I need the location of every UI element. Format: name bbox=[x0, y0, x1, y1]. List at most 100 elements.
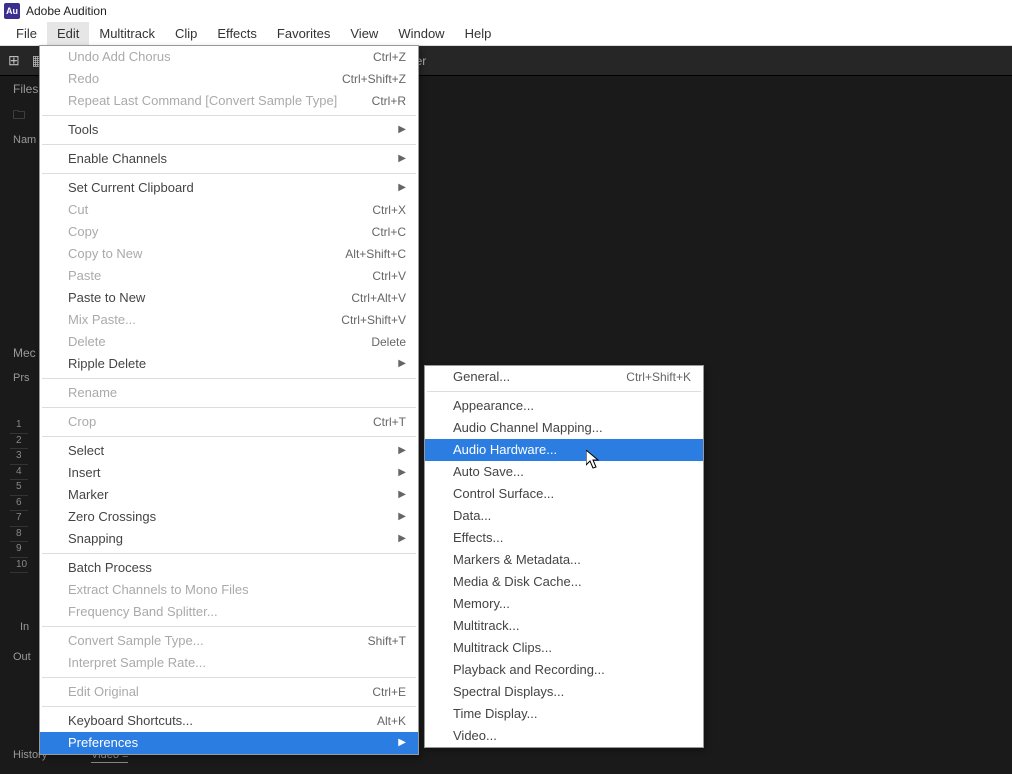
prefs-item-17[interactable]: Video... bbox=[425, 725, 703, 747]
edit-item-8[interactable]: Set Current Clipboard ▶ bbox=[40, 177, 418, 199]
menu-item-label: Undo Add Chorus bbox=[68, 49, 171, 65]
edit-item-18: Rename bbox=[40, 382, 418, 404]
edit-item-24[interactable]: Marker▶ bbox=[40, 484, 418, 506]
waveform-icon[interactable]: ⊞ bbox=[8, 52, 20, 69]
menu-item-label: Paste to New bbox=[68, 290, 145, 306]
menu-view[interactable]: View bbox=[340, 22, 388, 45]
menu-item-label: Repeat Last Command [Convert Sample Type… bbox=[68, 93, 337, 109]
menu-item-label: Set Current Clipboard bbox=[68, 180, 194, 196]
chevron-right-icon: ▶ bbox=[398, 465, 406, 481]
menu-item-label: Audio Channel Mapping... bbox=[453, 420, 603, 436]
edit-item-9: CutCtrl+X bbox=[40, 199, 418, 221]
menu-item-label: Video... bbox=[453, 728, 497, 744]
track-number: 10 bbox=[10, 558, 28, 574]
prefs-item-6[interactable]: Control Surface... bbox=[425, 483, 703, 505]
shortcut-label: Delete bbox=[371, 334, 406, 350]
separator bbox=[42, 378, 416, 379]
prefs-item-3[interactable]: Audio Channel Mapping... bbox=[425, 417, 703, 439]
edit-item-38[interactable]: Preferences▶ bbox=[40, 732, 418, 754]
menu-item-label: Effects... bbox=[453, 530, 503, 546]
name-column: Nam bbox=[13, 134, 36, 146]
menu-item-label: Extract Channels to Mono Files bbox=[68, 582, 249, 598]
prefs-item-15[interactable]: Spectral Displays... bbox=[425, 681, 703, 703]
chevron-right-icon: ▶ bbox=[398, 151, 406, 167]
files-panel-label[interactable]: Files bbox=[13, 82, 38, 96]
edit-item-16[interactable]: Ripple Delete▶ bbox=[40, 353, 418, 375]
prefs-item-9[interactable]: Markers & Metadata... bbox=[425, 549, 703, 571]
menu-item-label: Edit Original bbox=[68, 684, 139, 700]
menu-item-label: Delete bbox=[68, 334, 106, 350]
edit-item-20: CropCtrl+T bbox=[40, 411, 418, 433]
shortcut-label: Ctrl+R bbox=[372, 93, 406, 109]
menu-item-label: Frequency Band Splitter... bbox=[68, 604, 218, 620]
edit-item-33: Interpret Sample Rate... bbox=[40, 652, 418, 674]
prefs-item-11[interactable]: Memory... bbox=[425, 593, 703, 615]
edit-item-14: Mix Paste...Ctrl+Shift+V bbox=[40, 309, 418, 331]
edit-item-13[interactable]: Paste to New Ctrl+Alt+V bbox=[40, 287, 418, 309]
prefs-item-12[interactable]: Multitrack... bbox=[425, 615, 703, 637]
prefs-item-8[interactable]: Effects... bbox=[425, 527, 703, 549]
shortcut-label: Ctrl+Alt+V bbox=[351, 290, 406, 306]
track-number: 4 bbox=[10, 465, 28, 481]
separator bbox=[42, 173, 416, 174]
prefs-item-13[interactable]: Multitrack Clips... bbox=[425, 637, 703, 659]
track-number: 3 bbox=[10, 449, 28, 465]
edit-item-4[interactable]: Tools▶ bbox=[40, 119, 418, 141]
edit-item-22[interactable]: Select▶ bbox=[40, 440, 418, 462]
prefs-item-7[interactable]: Data... bbox=[425, 505, 703, 527]
edit-item-26[interactable]: Snapping▶ bbox=[40, 528, 418, 550]
menu-item-label: Multitrack... bbox=[453, 618, 519, 634]
menu-clip[interactable]: Clip bbox=[165, 22, 207, 45]
menu-item-label: Interpret Sample Rate... bbox=[68, 655, 206, 671]
menu-item-label: Snapping bbox=[68, 531, 123, 547]
preferences-submenu: General...Ctrl+Shift+K Appearance... Audio… bbox=[424, 365, 704, 748]
shortcut-label: Ctrl+C bbox=[372, 224, 406, 240]
menu-item-label: Markers & Metadata... bbox=[453, 552, 581, 568]
track-number: 2 bbox=[10, 434, 28, 450]
edit-item-11: Copy to NewAlt+Shift+C bbox=[40, 243, 418, 265]
menu-file[interactable]: File bbox=[6, 22, 47, 45]
separator bbox=[42, 115, 416, 116]
edit-item-15: Delete Delete bbox=[40, 331, 418, 353]
edit-item-37[interactable]: Keyboard Shortcuts...Alt+K bbox=[40, 710, 418, 732]
edit-item-23[interactable]: Insert▶ bbox=[40, 462, 418, 484]
edit-item-10: CopyCtrl+C bbox=[40, 221, 418, 243]
input-label: In bbox=[20, 621, 29, 633]
shortcut-label: Alt+K bbox=[377, 713, 406, 729]
media-panel-label[interactable]: Mec bbox=[13, 346, 36, 360]
prefs-item-4[interactable]: Audio Hardware... bbox=[425, 439, 703, 461]
menu-help[interactable]: Help bbox=[455, 22, 502, 45]
menu-item-label: Zero Crossings bbox=[68, 509, 156, 525]
separator bbox=[42, 677, 416, 678]
chevron-right-icon: ▶ bbox=[398, 487, 406, 503]
prefs-item-0[interactable]: General...Ctrl+Shift+K bbox=[425, 366, 703, 388]
app-icon: Au bbox=[4, 3, 20, 19]
menu-item-label: General... bbox=[453, 369, 510, 385]
edit-item-25[interactable]: Zero Crossings▶ bbox=[40, 506, 418, 528]
menu-item-label: Enable Channels bbox=[68, 151, 167, 167]
prefs-item-16[interactable]: Time Display... bbox=[425, 703, 703, 725]
shortcut-label: Ctrl+E bbox=[372, 684, 406, 700]
menu-window[interactable]: Window bbox=[388, 22, 454, 45]
chevron-right-icon: ▶ bbox=[398, 443, 406, 459]
menu-favorites[interactable]: Favorites bbox=[267, 22, 340, 45]
prefs-item-14[interactable]: Playback and Recording... bbox=[425, 659, 703, 681]
prefs-item-5[interactable]: Auto Save... bbox=[425, 461, 703, 483]
menu-multitrack[interactable]: Multitrack bbox=[89, 22, 165, 45]
edit-item-2: Repeat Last Command [Convert Sample Type… bbox=[40, 90, 418, 112]
chevron-right-icon: ▶ bbox=[398, 180, 406, 196]
menu-item-label: Multitrack Clips... bbox=[453, 640, 552, 656]
menu-item-label: Time Display... bbox=[453, 706, 538, 722]
edit-item-28[interactable]: Batch Process bbox=[40, 557, 418, 579]
edit-item-6[interactable]: Enable Channels ▶ bbox=[40, 148, 418, 170]
prefs-item-10[interactable]: Media & Disk Cache... bbox=[425, 571, 703, 593]
menu-item-label: Crop bbox=[68, 414, 96, 430]
menu-edit[interactable]: Edit bbox=[47, 22, 89, 45]
prefs-item-2[interactable]: Appearance... bbox=[425, 395, 703, 417]
titlebar: Au Adobe Audition bbox=[0, 0, 1012, 22]
separator bbox=[42, 706, 416, 707]
menu-effects[interactable]: Effects bbox=[207, 22, 267, 45]
folder-icon[interactable]: 🗀 bbox=[13, 106, 25, 127]
shortcut-label: Ctrl+Z bbox=[373, 49, 406, 65]
menu-item-label: Data... bbox=[453, 508, 491, 524]
